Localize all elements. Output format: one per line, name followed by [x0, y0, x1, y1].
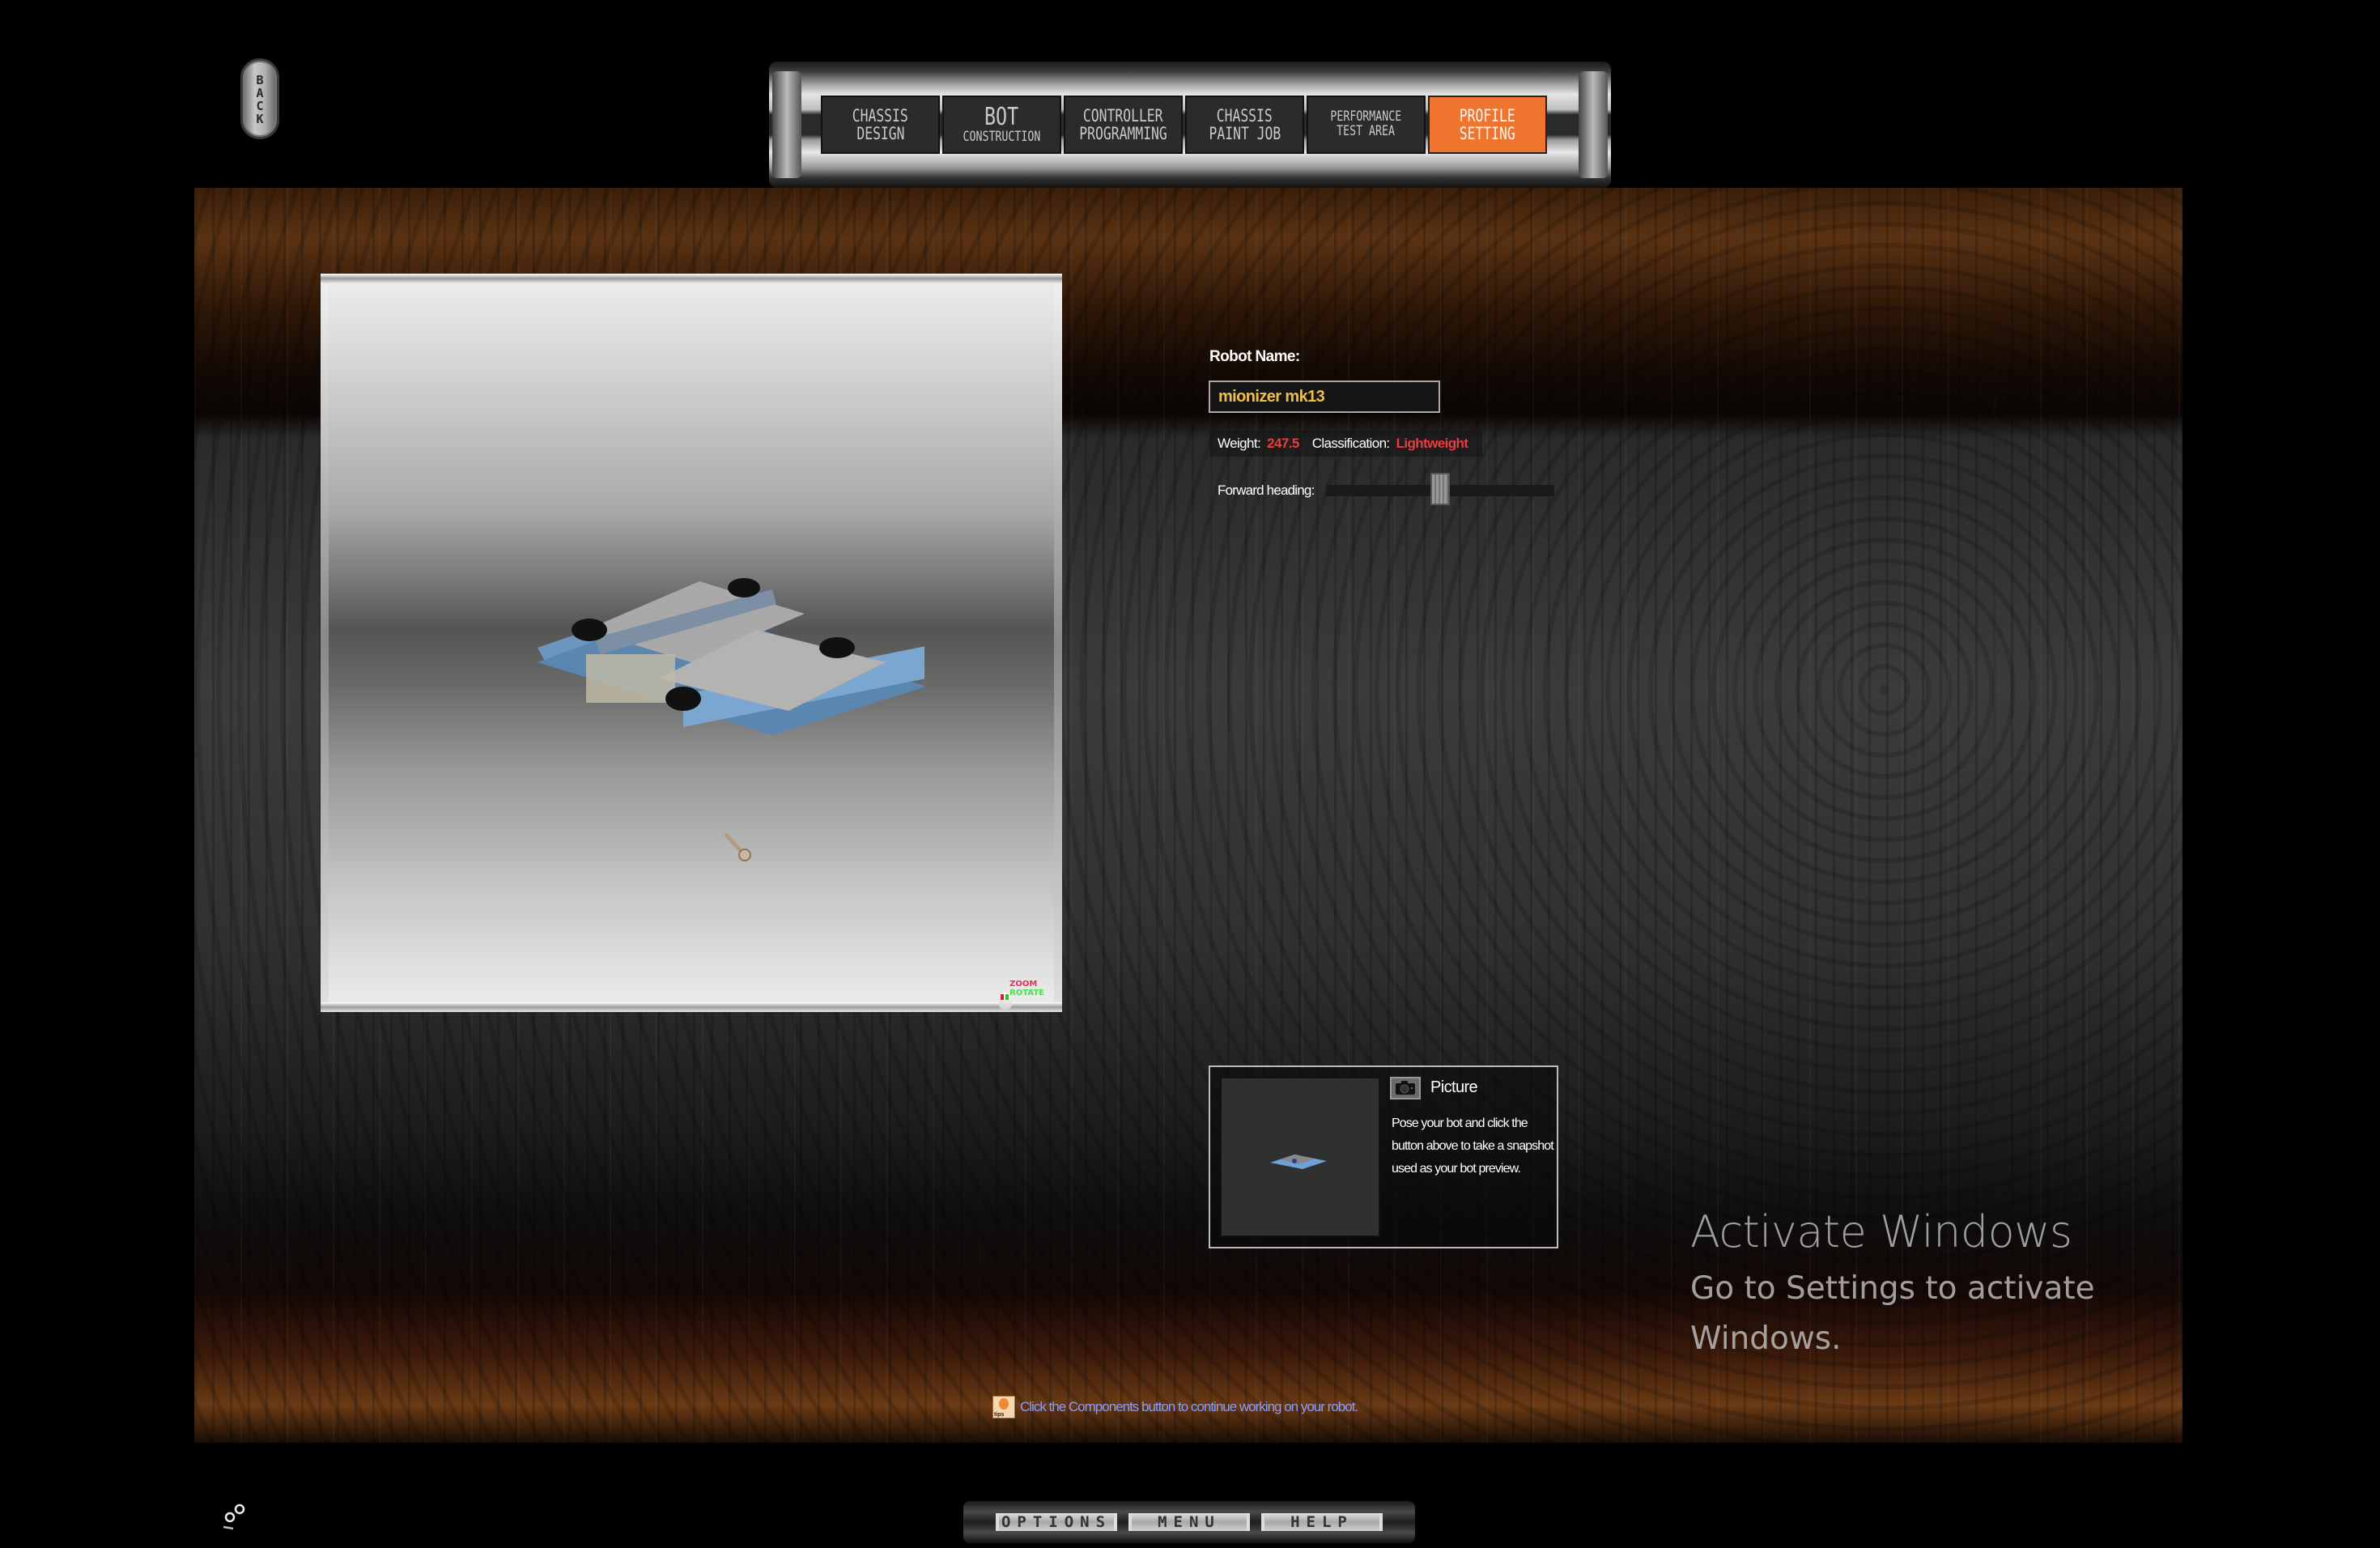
forward-heading-row: Forward heading: [1218, 473, 1554, 505]
rotate-hint-label: ROTATE [1009, 989, 1044, 997]
menu-button[interactable]: MENU [1128, 1513, 1250, 1531]
tab-chassis-design[interactable]: Chassis Design [821, 96, 940, 154]
zoom-hint-label: ZOOM [1009, 980, 1038, 989]
robot-model [538, 578, 924, 735]
loading-spinner-icon [223, 1503, 245, 1530]
robot-wheel [728, 578, 760, 598]
tab-chassis-paint-job[interactable]: Chassis Paint Job [1185, 96, 1304, 154]
bot-snapshot-thumbnail [1270, 1155, 1327, 1169]
tab-profile-setting[interactable]: Profile Setting [1428, 96, 1547, 154]
help-button[interactable]: HELP [1261, 1513, 1383, 1531]
robot-internals [586, 654, 675, 703]
nav-tabs: Chassis Design Bot Construction Controller Pr… [821, 96, 1547, 154]
tab-label-line1: Chassis [852, 105, 909, 125]
bottom-menu-bar: OPTIONS MENU HELP [963, 1501, 1415, 1543]
robot-3d-viewport[interactable]: ZOOM ROTATE [321, 274, 1062, 1012]
tab-performance-test-area[interactable]: Performance Test Area [1307, 96, 1426, 154]
robot-weapon-part [724, 832, 751, 861]
tab-label-line1: Profile [1459, 105, 1516, 125]
back-button[interactable]: BACK [240, 58, 279, 139]
mouse-icon [999, 993, 1012, 1010]
tab-label-line1: Controller [1083, 105, 1163, 125]
picture-description: Pose your bot and click the button above… [1392, 1116, 1554, 1176]
back-button-label: BACK [253, 73, 267, 125]
tab-label-line2: Design [856, 124, 905, 143]
weight-value: 247.5 [1267, 436, 1299, 451]
viewport-bottom-rail [321, 1002, 1062, 1012]
tip-bar: Click the Components button to continue … [992, 1396, 1358, 1418]
robot-name-label: Robot Name: [1209, 348, 1300, 365]
robot-wheel [819, 637, 855, 658]
picture-title: Picture [1430, 1078, 1478, 1096]
tab-label-line2: Paint Job [1209, 124, 1281, 143]
robot-wheel [665, 687, 701, 711]
picture-panel: Picture Pose your bot and click the butt… [1209, 1065, 1558, 1248]
top-navigation-bar: Chassis Design Bot Construction Controller Pr… [769, 62, 1611, 188]
tab-controller-programming[interactable]: Controller Programming [1064, 96, 1183, 154]
forward-heading-slider-thumb[interactable] [1430, 473, 1450, 505]
tab-label-line1: Bot [984, 103, 1019, 132]
tab-bot-construction[interactable]: Bot Construction [942, 96, 1061, 154]
viewport-control-hint: ZOOM ROTATE [1009, 980, 1044, 997]
forward-heading-slider[interactable] [1325, 473, 1554, 505]
bot-snapshot-preview [1220, 1077, 1380, 1237]
tab-label-line2: Setting [1459, 124, 1516, 143]
tips-lightbulb-icon [992, 1396, 1015, 1418]
tab-label-line2: Test Area [1337, 123, 1396, 139]
robot-wheel [572, 619, 607, 641]
tab-label-line2: Construction [963, 128, 1041, 145]
tab-label-line1: Chassis [1216, 105, 1273, 125]
weight-label: Weight: [1218, 436, 1261, 451]
options-button[interactable]: OPTIONS [996, 1513, 1117, 1531]
tip-text: Click the Components button to continue … [1020, 1399, 1358, 1414]
viewport-top-rail [321, 274, 1062, 283]
classification-value: Lightweight [1396, 436, 1468, 451]
camera-icon [1396, 1081, 1415, 1095]
robot-stats-row: Weight: 247.5 Classification: Lightweigh… [1209, 431, 1483, 457]
take-picture-button[interactable] [1390, 1077, 1421, 1099]
classification-label: Classification: [1311, 436, 1390, 451]
robot-name-input[interactable] [1209, 381, 1440, 413]
forward-heading-label: Forward heading: [1218, 483, 1315, 498]
tab-label-line2: Programming [1079, 124, 1167, 143]
